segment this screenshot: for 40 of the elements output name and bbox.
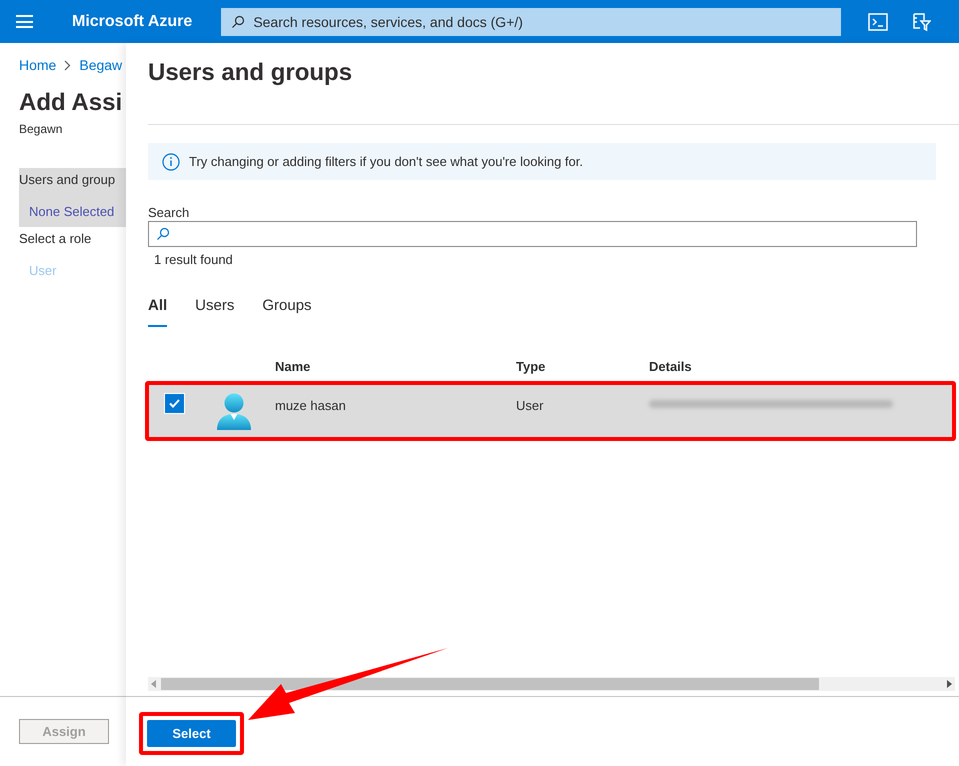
page-title: Add Assi xyxy=(19,88,124,118)
search-field[interactable]: Search resources, services, and docs (G+/) xyxy=(221,8,842,36)
row-checkbox[interactable] xyxy=(164,393,185,414)
step-value: User xyxy=(28,262,58,280)
step-item[interactable]: Users and group None Selected xyxy=(19,168,129,227)
menu-icon[interactable] xyxy=(16,15,33,28)
user-name: muze hasan xyxy=(275,397,347,415)
filter-tab[interactable]: All xyxy=(148,294,168,327)
page-subtitle: Begawn xyxy=(19,121,64,138)
scroll-left-icon[interactable] xyxy=(151,680,157,688)
select-button[interactable]: Select xyxy=(147,720,236,747)
info-text: Try changing or adding filters if you don't see what you're looking for. xyxy=(189,152,583,171)
column-header: Details xyxy=(649,358,692,376)
breadcrumb-link[interactable]: Home xyxy=(19,55,56,76)
breadcrumb-link[interactable]: Begaw xyxy=(79,55,122,76)
step-label: Users and group xyxy=(19,171,116,189)
search-label: Search xyxy=(148,205,190,221)
user-type: User xyxy=(516,397,544,415)
search-icon xyxy=(231,14,246,28)
check-icon xyxy=(169,399,180,408)
panel-title: Users and groups xyxy=(148,58,354,88)
search-field[interactable] xyxy=(148,221,917,247)
info-icon xyxy=(162,152,180,170)
table-row[interactable]: muze hasan User xyxy=(148,384,953,438)
step-value: None Selected xyxy=(28,202,116,220)
result-count: 1 result found xyxy=(154,251,234,269)
step-item[interactable]: Select a role User xyxy=(19,227,129,286)
scroll-right-icon[interactable] xyxy=(946,680,952,688)
column-header: Type xyxy=(516,358,546,376)
column-header: Name xyxy=(275,358,312,376)
user-avatar-icon xyxy=(216,393,252,431)
brand-name[interactable]: Microsoft Azure xyxy=(72,10,192,34)
search-icon xyxy=(156,227,170,241)
terminal-icon[interactable] xyxy=(868,12,888,30)
filter-tab[interactable]: Users xyxy=(195,294,234,327)
filter-icon[interactable] xyxy=(911,12,932,32)
filter-tab[interactable]: Groups xyxy=(262,294,312,327)
step-label: Select a role xyxy=(19,230,92,248)
chevron-icon xyxy=(64,60,72,71)
horizontal-scrollbar[interactable] xyxy=(148,677,955,691)
